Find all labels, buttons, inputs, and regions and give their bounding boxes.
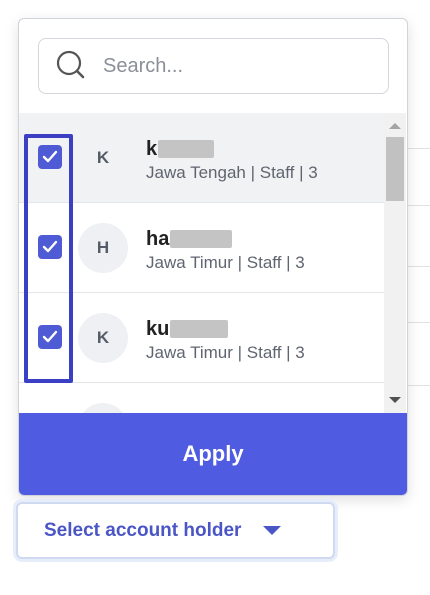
- checkbox-checked[interactable]: [38, 145, 62, 169]
- list-item[interactable]: K ku Jawa Timur | Staff | 3: [19, 293, 384, 383]
- apply-button[interactable]: Apply: [19, 413, 407, 495]
- avatar: K: [96, 148, 110, 167]
- scroll-up-arrow-icon[interactable]: [389, 123, 401, 129]
- avatar: H: [78, 223, 128, 273]
- check-icon: [42, 150, 58, 163]
- scroll-thumb[interactable]: [386, 137, 404, 201]
- checkbox-checked[interactable]: [38, 325, 62, 349]
- account-holder-dropdown: K k Jawa Tengah | Staff | 3 H ha Jawa Ti…: [18, 18, 408, 496]
- scroll-down-arrow-icon[interactable]: [389, 397, 401, 403]
- background-divider: [408, 148, 430, 149]
- search-input[interactable]: [103, 54, 373, 78]
- avatar: K: [78, 313, 128, 363]
- check-icon: [42, 330, 58, 343]
- background-divider: [408, 266, 430, 267]
- select-account-holder-button[interactable]: Select account holder: [16, 502, 335, 559]
- check-icon: [42, 240, 58, 253]
- search-box[interactable]: [38, 38, 389, 94]
- account-meta: Jawa Timur | Staff | 3: [146, 253, 305, 272]
- background-divider: [408, 205, 430, 206]
- redacted-name: [170, 230, 233, 248]
- select-account-holder-label: Select account holder: [44, 519, 242, 541]
- background-divider: [408, 385, 430, 386]
- account-meta: Jawa Timur | Staff | 3: [146, 343, 305, 362]
- redacted-name: [158, 140, 215, 158]
- account-meta: Jawa Tengah | Staff | 3: [146, 163, 318, 182]
- account-name: k: [146, 137, 215, 161]
- account-list: K k Jawa Tengah | Staff | 3 H ha Jawa Ti…: [19, 113, 384, 413]
- list-scrollbar[interactable]: [384, 113, 406, 413]
- list-item-partial[interactable]: [19, 383, 384, 413]
- list-item[interactable]: K k Jawa Tengah | Staff | 3: [19, 113, 384, 203]
- redacted-name: [170, 320, 229, 338]
- caret-down-icon: [263, 526, 282, 535]
- account-name: ha: [146, 227, 233, 251]
- checkbox-checked[interactable]: [38, 235, 62, 259]
- search-icon: [55, 49, 89, 83]
- avatar: [78, 403, 128, 413]
- list-item[interactable]: H ha Jawa Timur | Staff | 3: [19, 203, 384, 293]
- account-name: ku: [146, 317, 229, 341]
- background-divider: [408, 322, 430, 323]
